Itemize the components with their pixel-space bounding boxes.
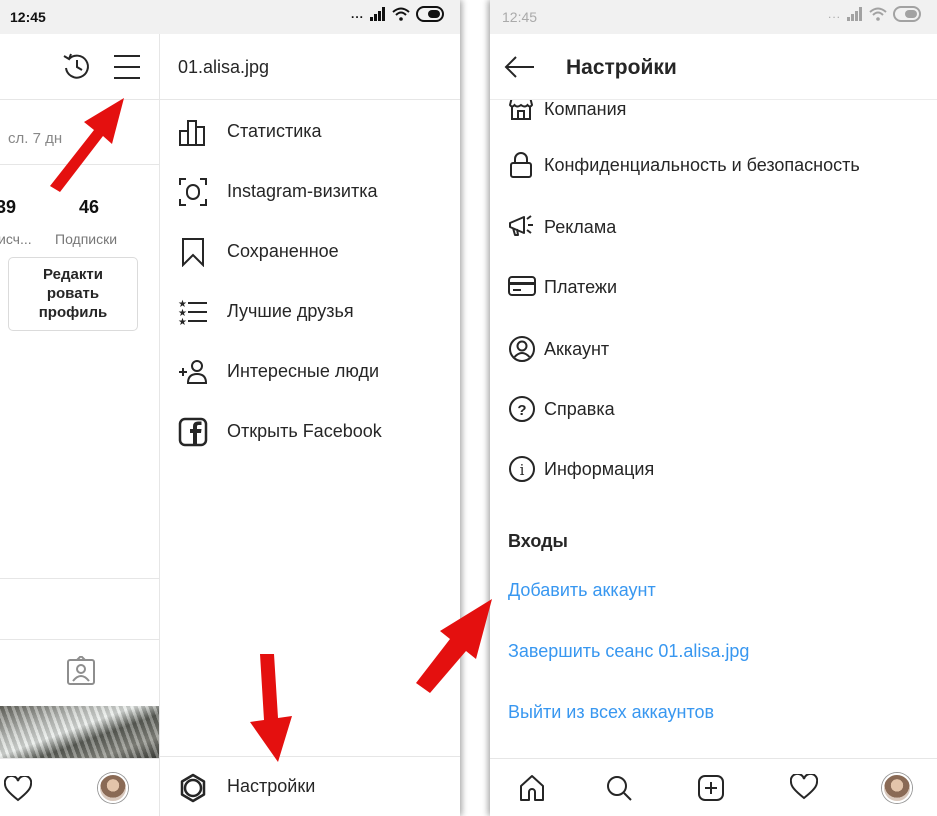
logins-section-title: Входы xyxy=(508,531,568,551)
menu-item-close-friends[interactable]: ★ ★ ★ Лучшие друзья xyxy=(160,282,460,342)
battery-icon xyxy=(893,6,921,22)
menu-item-open-facebook[interactable]: Открыть Facebook xyxy=(160,402,460,462)
edit-profile-line: Редакти xyxy=(43,266,103,283)
settings-item-label: Реклама xyxy=(544,217,617,237)
info-icon: i xyxy=(509,456,535,482)
settings-item-business[interactable]: Компания xyxy=(490,100,937,138)
battery-icon xyxy=(416,6,444,22)
avatar[interactable] xyxy=(98,773,128,803)
card-icon xyxy=(508,276,536,296)
status-icons: ... xyxy=(351,6,446,22)
bar-chart-icon xyxy=(179,120,205,146)
status-time: 12:45 xyxy=(502,9,538,25)
megaphone-icon xyxy=(509,215,533,236)
wifi-icon xyxy=(392,7,410,21)
svg-text:★: ★ xyxy=(178,317,187,327)
heart-icon[interactable] xyxy=(4,776,32,802)
bottom-nav xyxy=(490,758,937,816)
divider xyxy=(0,578,159,579)
promo-hint: сл. 7 дн xyxy=(8,130,63,147)
posts-count[interactable]: 39 xyxy=(0,197,16,218)
svg-text:i: i xyxy=(520,461,525,479)
settings-item-label: Компания xyxy=(544,100,627,119)
left-phone-screen: 12:45 ... сл. 7 дн 39 46 исч... Подписки… xyxy=(0,0,460,816)
menu-item-nametag[interactable]: Instagram-визитка xyxy=(160,162,460,222)
status-bar: 12:45 ... xyxy=(0,0,460,34)
settings-item-label: Аккаунт xyxy=(544,339,610,359)
post-thumbnail[interactable] xyxy=(0,706,159,758)
menu-item-label: Лучшие друзья xyxy=(227,301,354,321)
settings-item-payments[interactable]: Платежи xyxy=(490,258,937,316)
menu-item-settings[interactable]: Настройки xyxy=(160,756,460,816)
status-bar: 12:45 ... xyxy=(490,0,937,34)
followers-label: исч... xyxy=(0,231,32,247)
signal-icon xyxy=(847,7,862,21)
new-post-icon[interactable] xyxy=(697,774,725,802)
close-friends-icon: ★★★ xyxy=(178,299,207,327)
edit-profile-button[interactable]: Редакти ровать профиль xyxy=(8,257,138,331)
settings-item-help[interactable]: ? Справка xyxy=(490,380,937,438)
history-icon[interactable] xyxy=(60,50,94,84)
svg-text:?: ? xyxy=(517,402,526,419)
settings-item-label: Справка xyxy=(544,399,615,419)
menu-item-statistics[interactable]: Статистика xyxy=(160,102,460,162)
menu-item-label: Интересные люди xyxy=(227,361,380,381)
menu-item-saved[interactable]: Сохраненное xyxy=(160,222,460,282)
settings-item-privacy[interactable]: Конфиденциальность и безопасность xyxy=(490,136,937,194)
hamburger-menu-icon[interactable] xyxy=(112,53,142,81)
scan-icon xyxy=(179,178,207,206)
lock-icon xyxy=(510,152,532,178)
back-arrow-icon[interactable] xyxy=(504,55,536,79)
side-menu-drawer: 01.alisa.jpg Статистика Instagram-визитк… xyxy=(160,34,460,816)
log-out-all-accounts-link[interactable]: Выйти из всех аккаунтов xyxy=(508,702,714,723)
search-icon[interactable] xyxy=(605,774,633,802)
divider xyxy=(0,164,159,165)
wifi-icon xyxy=(869,7,887,21)
help-icon: ? xyxy=(509,396,535,422)
menu-item-label: Статистика xyxy=(227,121,322,141)
status-time: 12:45 xyxy=(10,9,46,25)
add-person-icon xyxy=(179,360,208,384)
status-dots: ... xyxy=(350,7,364,21)
avatar[interactable] xyxy=(882,773,912,803)
settings-item-account[interactable]: Аккаунт xyxy=(490,320,937,378)
following-label: Подписки xyxy=(55,231,118,247)
drawer-header: 01.alisa.jpg xyxy=(160,34,460,100)
menu-item-label: Instagram-визитка xyxy=(227,181,378,201)
divider xyxy=(0,639,159,640)
settings-item-about[interactable]: i Информация xyxy=(490,440,937,498)
following-count[interactable]: 46 xyxy=(79,197,99,218)
facebook-icon xyxy=(178,417,208,447)
right-phone-screen: 12:45 ... Настройки Компания Конфиденциа… xyxy=(490,0,937,816)
signal-icon xyxy=(370,7,385,21)
profile-topbar xyxy=(0,34,159,100)
settings-item-label: Платежи xyxy=(544,277,618,297)
tagged-photos-icon[interactable] xyxy=(66,656,96,686)
edit-profile-line: ровать xyxy=(46,285,100,302)
status-dots: ... xyxy=(827,7,841,21)
menu-item-label: Сохраненное xyxy=(227,241,339,261)
drawer-username: 01.alisa.jpg xyxy=(178,57,270,77)
edit-profile-line: профиль xyxy=(38,304,108,321)
settings-item-label: Конфиденциальность и безопасность xyxy=(544,155,860,175)
heart-icon[interactable] xyxy=(790,774,818,800)
settings-header: Настройки xyxy=(490,34,937,100)
page-title: Настройки xyxy=(566,56,677,79)
log-out-account-link[interactable]: Завершить сеанс 01.alisa.jpg xyxy=(508,641,749,662)
settings-item-ads[interactable]: Реклама xyxy=(490,198,937,256)
settings-list[interactable]: Компания Конфиденциальность и безопаснос… xyxy=(490,100,937,758)
shop-icon xyxy=(508,100,534,120)
home-icon[interactable] xyxy=(518,774,546,802)
bottom-nav xyxy=(0,758,159,816)
settings-item-label: Информация xyxy=(544,459,655,479)
status-icons: ... xyxy=(828,6,923,22)
bookmark-icon xyxy=(182,238,204,267)
menu-item-label: Открыть Facebook xyxy=(227,421,382,441)
add-account-link[interactable]: Добавить аккаунт xyxy=(508,580,656,601)
menu-item-discover-people[interactable]: Интересные люди xyxy=(160,342,460,402)
account-icon xyxy=(509,336,535,362)
settings-gear-icon xyxy=(180,773,206,803)
profile-panel: сл. 7 дн 39 46 исч... Подписки Редакти р… xyxy=(0,34,160,816)
settings-label: Настройки xyxy=(227,776,316,796)
